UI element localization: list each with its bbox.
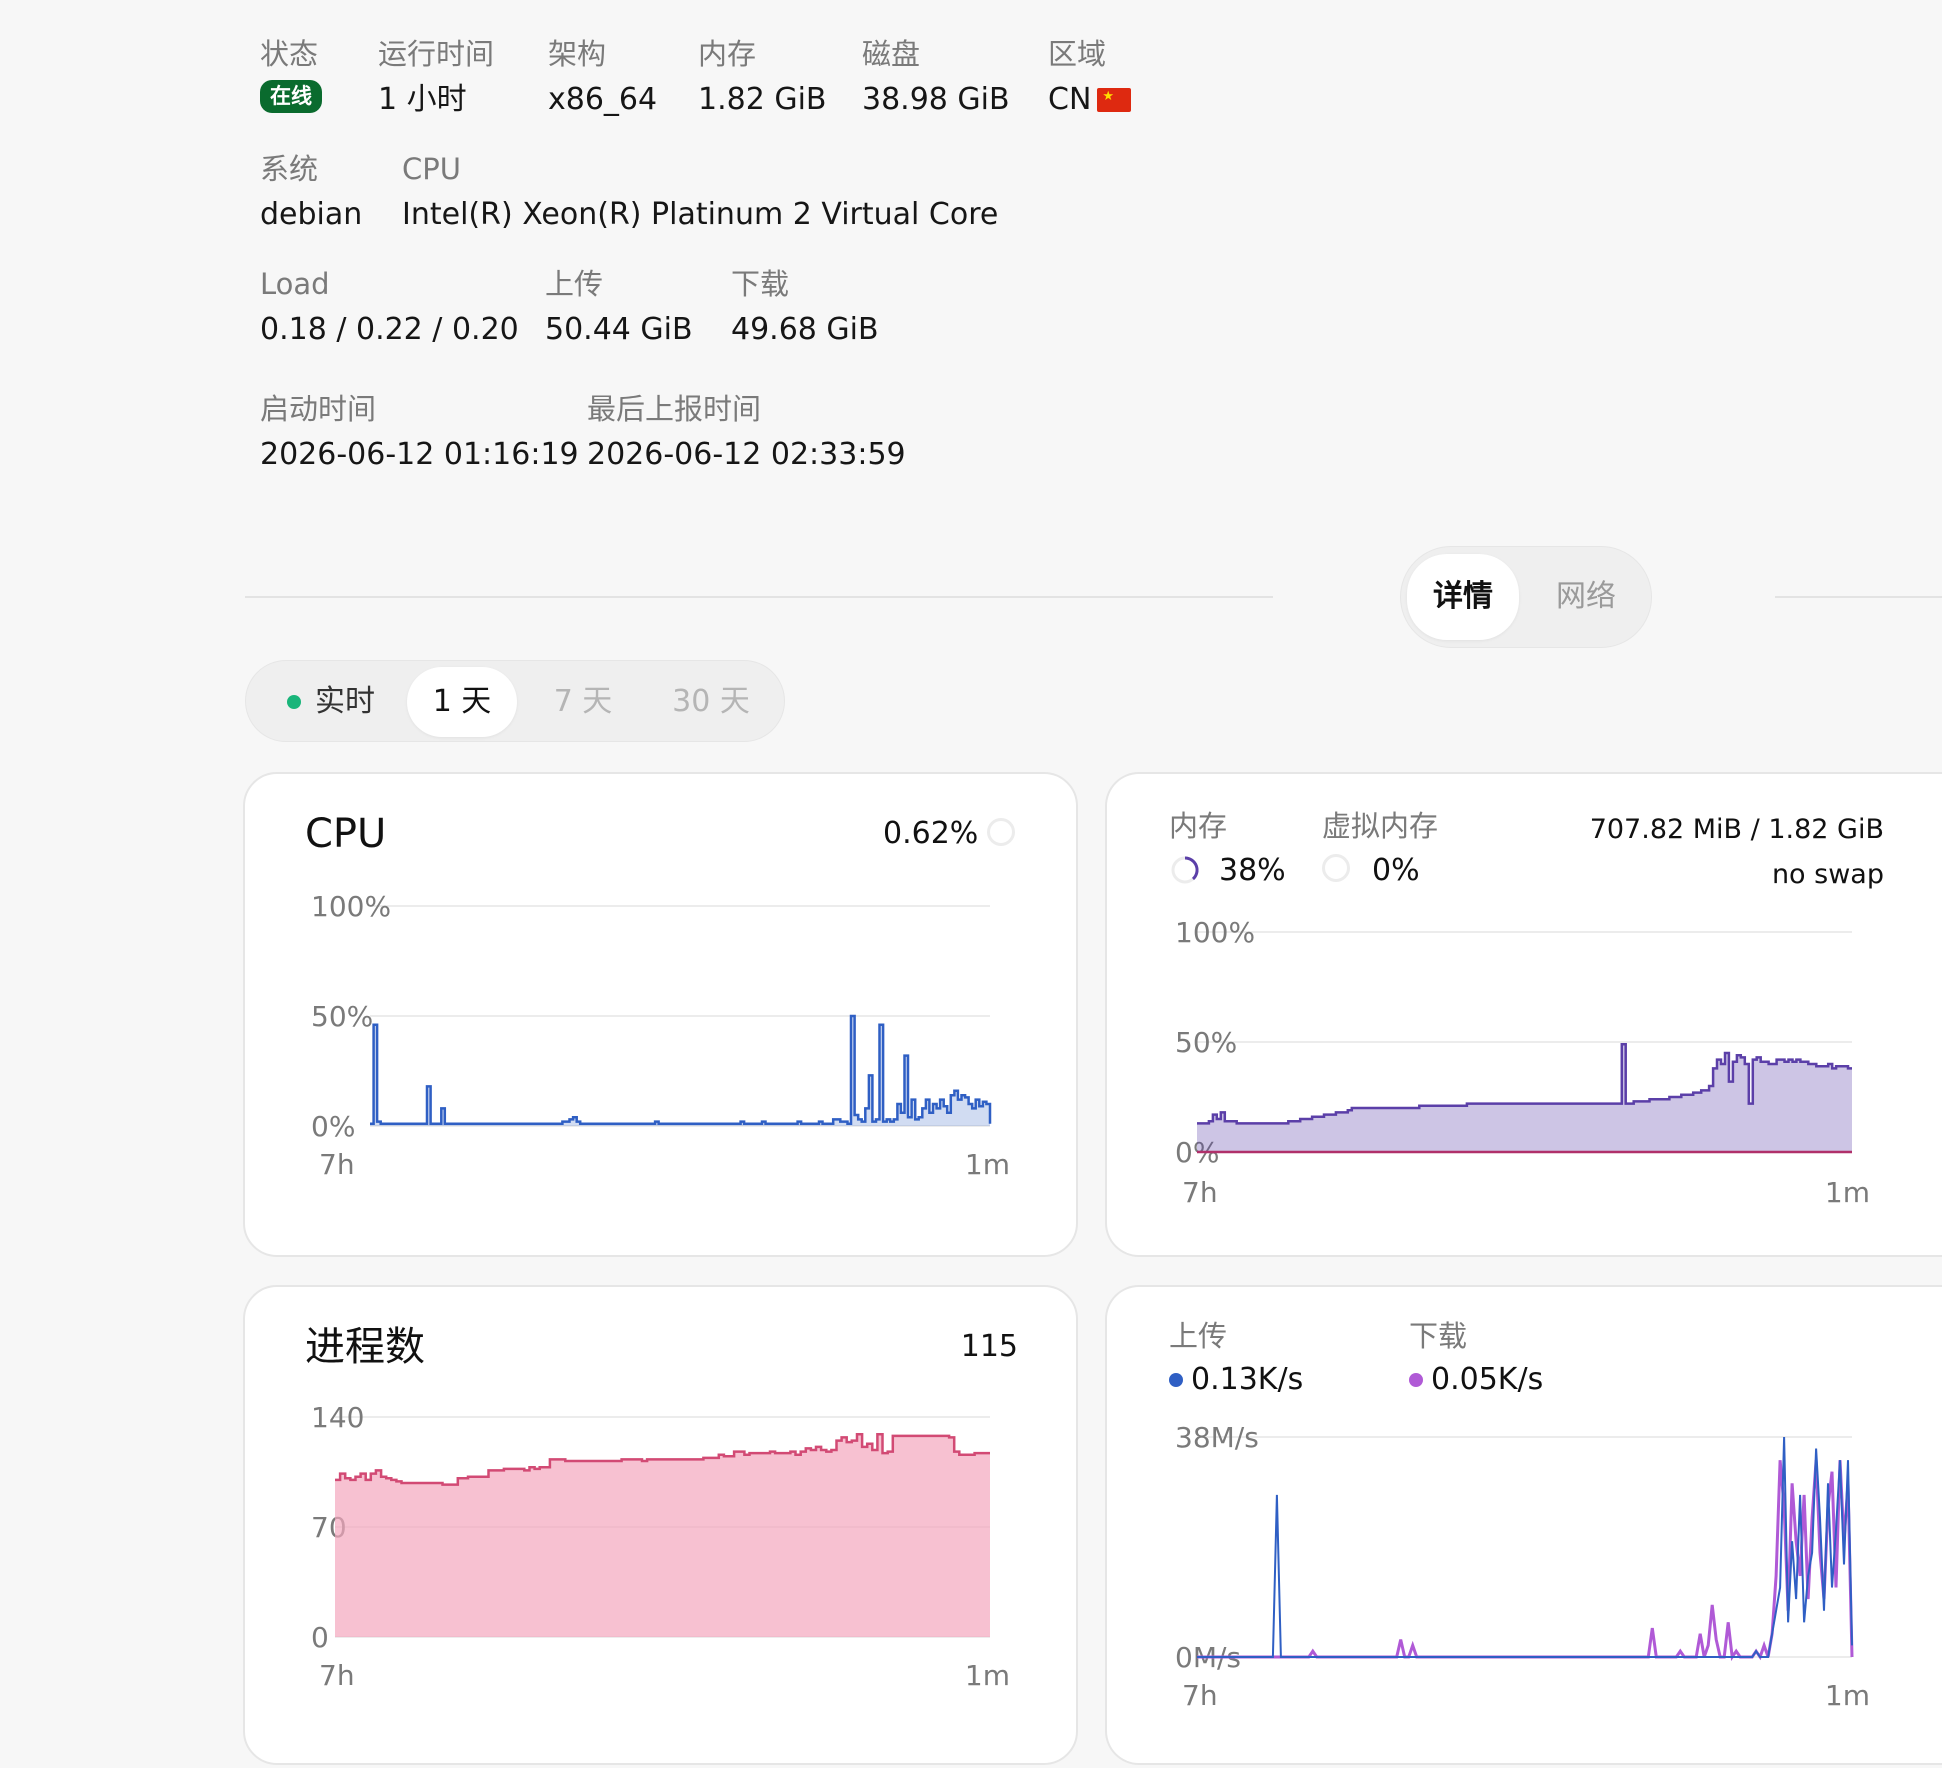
y-tick-label: 38M/s: [1175, 1421, 1259, 1454]
cpu-card: CPU 0.62% 100% 50% 0% 7h 1m: [243, 772, 1078, 1257]
upload-total-label: 上传: [545, 267, 604, 301]
y-tick-label: 100%: [1175, 916, 1255, 949]
process-chart: 1407007h 1m: [311, 1401, 1010, 1692]
live-dot-icon: [287, 695, 301, 709]
cpu-line: [370, 1014, 992, 1126]
system-value: debian: [260, 197, 363, 232]
status-label: 状态: [260, 37, 319, 71]
range-tabs: 实时 1 天 7 天 30 天: [245, 660, 785, 742]
process-card: 进程数 115 140 70 0 7h 1m: [243, 1285, 1078, 1765]
last-report-label: 最后上报时间: [587, 392, 762, 426]
y-tick-label: 50%: [1175, 1026, 1237, 1059]
download-line: [1197, 1460, 1854, 1662]
cpu-model-label: CPU: [402, 152, 461, 186]
network-chart: 38M/s0M/s7h 1m: [1175, 1421, 1870, 1712]
memory-value: 1.82 GiB: [698, 82, 827, 117]
arch-value: x86_64: [548, 82, 658, 117]
x-tick-label: 7h: [319, 1148, 355, 1181]
x-tick-label: 1m: [1825, 1176, 1870, 1209]
y-tick-label: 50%: [311, 1000, 373, 1033]
tab-network[interactable]: 网络: [1527, 554, 1645, 640]
boot-time-label: 启动时间: [260, 392, 377, 426]
cpu-model-value: Intel(R) Xeon(R) Platinum 2 Virtual Core: [402, 197, 999, 232]
view-tabs: 详情 网络: [1400, 546, 1652, 648]
tab-realtime[interactable]: 实时: [256, 667, 406, 737]
load-label: Load: [260, 267, 330, 301]
disk-label: 磁盘: [862, 37, 921, 71]
x-tick-label: 7h: [1182, 1176, 1218, 1209]
arch-label: 架构: [548, 37, 607, 71]
region-value: CN ★: [1048, 85, 1132, 115]
x-tick-label: 7h: [1182, 1679, 1218, 1712]
process-area: [335, 1434, 990, 1637]
uptime-value: 1 小时: [378, 82, 467, 117]
memory-card: 内存 38% 虚拟内存 0% 707.82 MiB / 1.82 GiB no …: [1105, 772, 1942, 1257]
memory-label: 内存: [698, 37, 757, 71]
disk-value: 38.98 GiB: [862, 82, 1010, 117]
y-tick-label: 0: [311, 1621, 329, 1654]
x-tick-label: 1m: [965, 1659, 1010, 1692]
tab-7-days[interactable]: 7 天: [528, 667, 638, 737]
x-tick-label: 7h: [319, 1659, 355, 1692]
uptime-label: 运行时间: [378, 37, 495, 71]
download-total-value: 49.68 GiB: [731, 312, 879, 347]
memory-chart: 100%50%0%7h 1m: [1175, 916, 1870, 1209]
divider-right: [1775, 596, 1942, 598]
region-label: 区域: [1048, 37, 1107, 71]
divider-left: [245, 596, 1273, 598]
tab-1-day[interactable]: 1 天: [407, 667, 517, 737]
system-label: 系统: [260, 152, 319, 186]
download-total-label: 下载: [731, 267, 790, 301]
x-tick-label: 1m: [1825, 1679, 1870, 1712]
last-report-value: 2026-06-12 02:33:59: [587, 437, 906, 472]
cpu-chart: 100% 50% 0% 7h 1m: [311, 890, 1010, 1181]
network-card: 上传 0.13K/s 下载 0.05K/s 38M/s 0M/s 7h 1m: [1105, 1285, 1942, 1765]
y-tick-label: 100%: [311, 890, 391, 923]
upload-line: [1197, 1436, 1853, 1658]
load-value: 0.18 / 0.22 / 0.20: [260, 312, 519, 347]
upload-total-value: 50.44 GiB: [545, 312, 693, 347]
tab-30-days[interactable]: 30 天: [646, 667, 776, 737]
status-badge: 在线: [260, 80, 322, 113]
boot-time-value: 2026-06-12 01:16:19: [260, 437, 579, 472]
y-tick-label: 140: [311, 1401, 364, 1434]
tab-detail[interactable]: 详情: [1407, 554, 1519, 640]
y-tick-label: 0%: [311, 1110, 355, 1143]
x-tick-label: 1m: [965, 1148, 1010, 1181]
china-flag-icon: ★: [1097, 88, 1132, 112]
